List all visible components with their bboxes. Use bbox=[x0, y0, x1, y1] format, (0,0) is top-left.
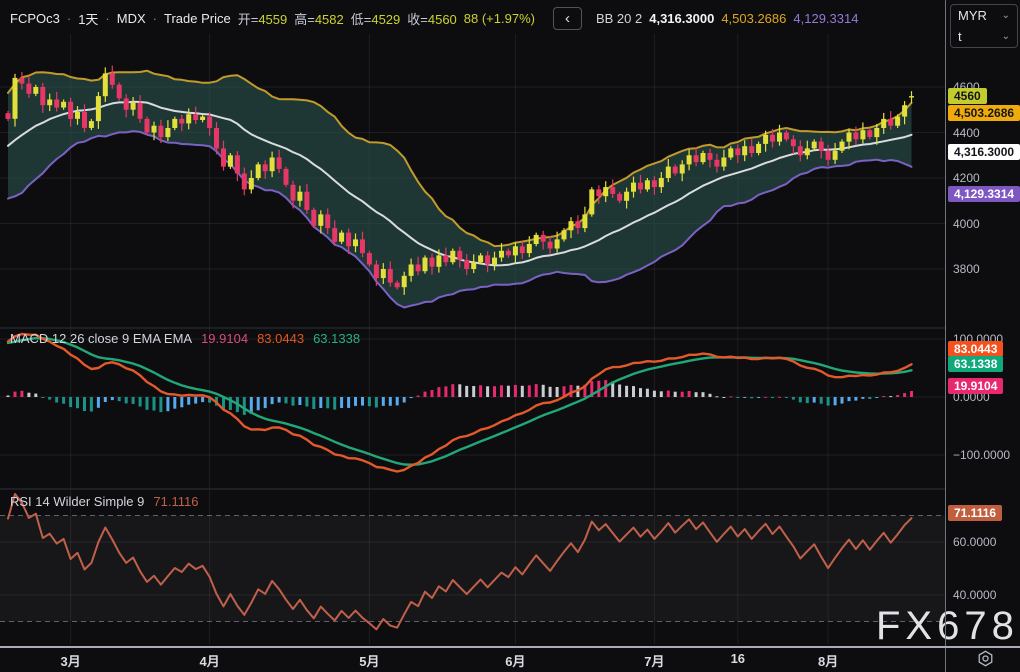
currency-value: MYR bbox=[958, 8, 987, 23]
close-field: 收=4560 bbox=[407, 9, 457, 28]
separator-dot: · bbox=[105, 11, 109, 26]
price-axis-label: 4000 bbox=[953, 216, 980, 232]
trading-chart-app: FCPOc3 · 1天 · MDX · Trade Price 开=4559 高… bbox=[0, 0, 1020, 672]
separator-dot: · bbox=[67, 11, 71, 26]
macd-badge: 63.1338 bbox=[948, 356, 1003, 372]
bb-indicator-title[interactable]: BB 20 2 bbox=[596, 11, 642, 26]
time-axis-label: 5月 bbox=[359, 651, 379, 670]
time-axis-label: 16 bbox=[731, 651, 745, 666]
series-type-label: Trade Price bbox=[164, 11, 231, 26]
price-badge: 4,316.3000 bbox=[948, 144, 1020, 160]
time-axis-label: 6月 bbox=[505, 651, 525, 670]
symbol-name[interactable]: FCPOc3 bbox=[10, 11, 60, 26]
macd-badge: 19.9104 bbox=[948, 378, 1003, 394]
time-axis-label: 4月 bbox=[199, 651, 219, 670]
price-axis-label: 3800 bbox=[953, 261, 980, 277]
chevron-down-icon: ⌄ bbox=[1002, 10, 1010, 21]
rsi-band bbox=[0, 516, 945, 622]
time-axis-label: 7月 bbox=[644, 651, 664, 670]
rsi-title[interactable]: RSI 14 Wilder Simple 9 bbox=[10, 494, 144, 509]
price-badge: 4560 bbox=[948, 88, 987, 104]
bb-basis-value: 4,316.3000 bbox=[649, 11, 714, 26]
price-axis-label: 4400 bbox=[953, 125, 980, 141]
time-axis-label: 3月 bbox=[60, 651, 80, 670]
rsi-axis-label: 40.0000 bbox=[953, 587, 996, 603]
time-axis[interactable]: 3月 4月 5月 6月 7月 16 8月 bbox=[0, 646, 945, 672]
macd-hist-value: 19.9104 bbox=[201, 331, 248, 346]
bb-lower-value: 4,129.3314 bbox=[793, 11, 858, 26]
macd-axis-label: −100.0000 bbox=[953, 447, 1010, 463]
gear-icon[interactable] bbox=[977, 650, 994, 667]
collapse-indicators-button[interactable]: ‹ bbox=[553, 7, 582, 30]
price-axis-label: 4200 bbox=[953, 170, 980, 186]
chart-header: FCPOc3 · 1天 · MDX · Trade Price 开=4559 高… bbox=[10, 7, 858, 30]
chevron-down-icon: ⌄ bbox=[1002, 31, 1010, 42]
price-pane bbox=[6, 66, 915, 308]
high-field: 高=4582 bbox=[294, 9, 344, 28]
interval-label[interactable]: 1天 bbox=[78, 9, 98, 28]
macd-signal-value: 63.1338 bbox=[313, 331, 360, 346]
macd-badge: 83.0443 bbox=[948, 341, 1003, 357]
macd-line-value: 83.0443 bbox=[257, 331, 304, 346]
chevron-left-icon: ‹ bbox=[565, 10, 570, 27]
separator-dot: · bbox=[153, 11, 157, 26]
price-axis[interactable]: 46004400420040003800100.00000.0000−100.0… bbox=[945, 0, 1020, 672]
time-axis-label: 8月 bbox=[818, 651, 838, 670]
currency-unit-controls: MYR ⌄ t ⌄ bbox=[950, 4, 1018, 48]
rsi-badge: 71.1116 bbox=[948, 505, 1002, 521]
macd-pane bbox=[7, 334, 914, 472]
macd-title[interactable]: MACD 12 26 close 9 EMA EMA bbox=[10, 331, 192, 346]
rsi-header: RSI 14 Wilder Simple 9 71.1116 bbox=[10, 494, 198, 509]
macd-header: MACD 12 26 close 9 EMA EMA 19.9104 83.04… bbox=[10, 331, 360, 346]
rsi-value: 71.1116 bbox=[153, 494, 198, 509]
open-field: 开=4559 bbox=[238, 9, 288, 28]
unit-dropdown[interactable]: t ⌄ bbox=[951, 26, 1017, 47]
low-field: 低=4529 bbox=[351, 9, 401, 28]
time-axis-border bbox=[0, 646, 1020, 648]
price-badge: 4,503.2686 bbox=[948, 105, 1020, 121]
exchange-label: MDX bbox=[117, 11, 146, 26]
unit-value: t bbox=[958, 29, 962, 44]
price-badge: 4,129.3314 bbox=[948, 186, 1020, 202]
change-value: 88 (+1.97%) bbox=[464, 11, 535, 26]
bb-upper-value: 4,503.2686 bbox=[721, 11, 786, 26]
currency-dropdown[interactable]: MYR ⌄ bbox=[951, 5, 1017, 26]
rsi-axis-label: 60.0000 bbox=[953, 534, 996, 550]
chart-canvas[interactable] bbox=[0, 0, 945, 646]
